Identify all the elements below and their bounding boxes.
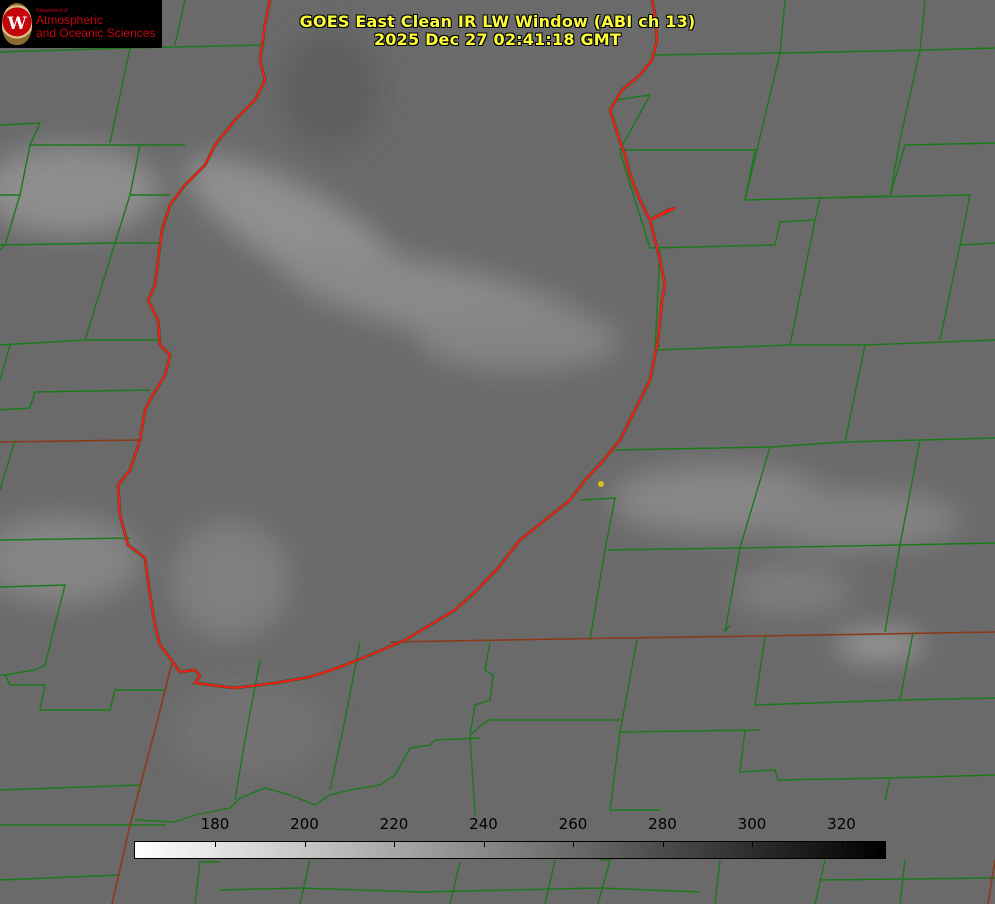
colorbar-tick — [841, 842, 843, 847]
colorbar-tick — [304, 842, 306, 847]
colorbar-tick-label: 200 — [290, 815, 319, 833]
colorbar-tick — [394, 842, 395, 847]
colorbar — [134, 841, 886, 859]
image-title: GOES East Clean IR LW Window (ABI ch 13) — [299, 12, 696, 31]
station-marker — [598, 481, 604, 487]
colorbar-tick-label: 220 — [379, 815, 409, 833]
colorbar-tick — [752, 842, 753, 847]
colorbar-tick — [483, 842, 485, 847]
colorbar-tick — [215, 842, 216, 847]
colorbar-tick-label: 280 — [648, 815, 677, 833]
colorbar-tick — [662, 842, 664, 847]
colorbar-tick-label: 300 — [737, 815, 767, 833]
colorbar-tick-label: 240 — [469, 815, 498, 833]
colorbar-tick — [573, 842, 574, 847]
colorbar-tick-label: 180 — [200, 815, 230, 833]
satellite-map — [0, 0, 995, 904]
colorbar-tick-label: 320 — [827, 815, 856, 833]
colorbar-tick-label: 260 — [558, 815, 588, 833]
image-timestamp: 2025 Dec 27 02:41:18 GMT — [373, 30, 622, 49]
